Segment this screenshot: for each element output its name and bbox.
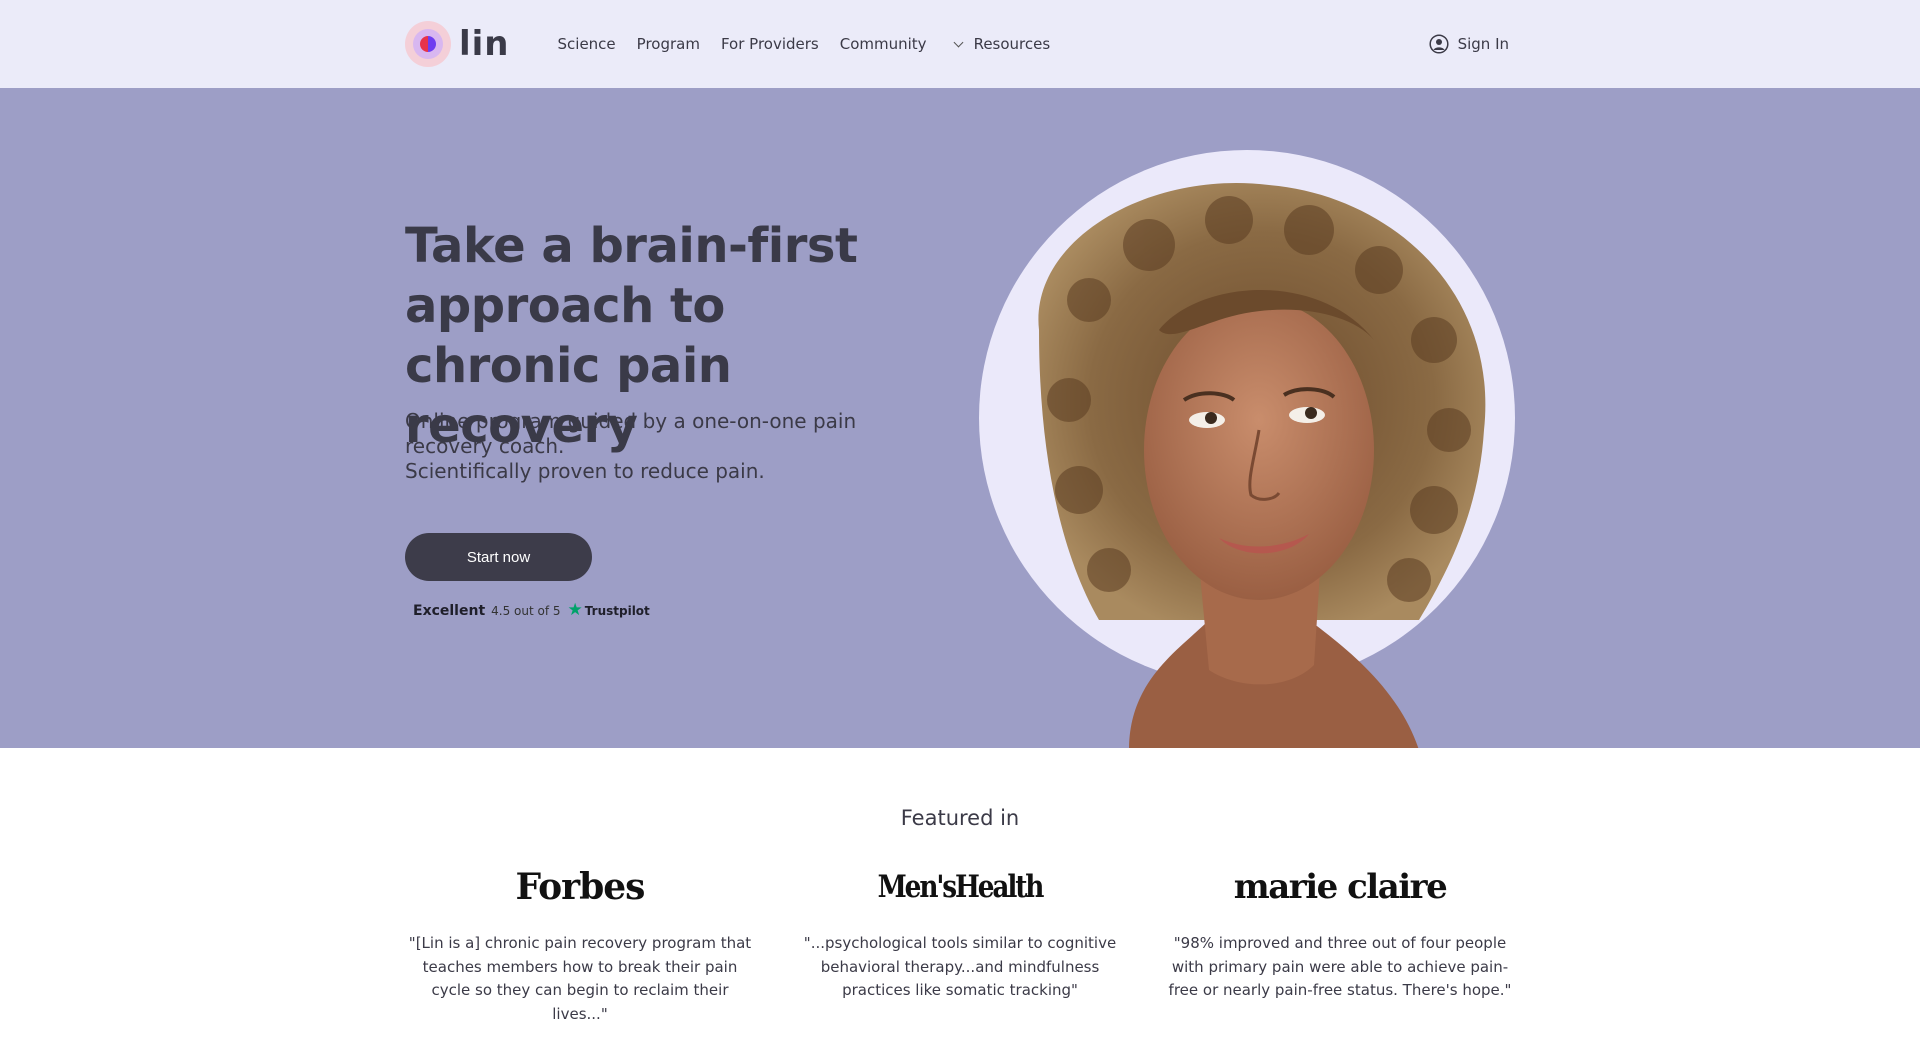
trustpilot-widget[interactable]: Excellent 4.5 out of 5 ★ Trustpilot [413,602,650,619]
hero-subtitle-line-2: Scientifically proven to reduce pain. [405,459,765,483]
hero-subtitle-line-1: Online program guided by a one-on-one pa… [405,409,857,458]
mens-health-logo: Men'sHealth [877,869,1045,905]
forbes-logo: Forbes [515,866,646,908]
chevron-down-icon [953,37,964,47]
lin-logo[interactable]: lin [405,0,510,88]
trustpilot-brand: Trustpilot [584,603,650,618]
hero-subtitle: Online program guided by a one-on-one pa… [405,409,875,484]
nav-program[interactable]: Program [637,35,700,53]
hero-portrait-image [979,150,1515,748]
publication-marie-claire: marie claire "98% improved and three out… [1165,864,1515,1003]
user-circle-icon [1429,34,1449,54]
trustpilot-rating-word: Excellent [413,602,486,619]
hero-section: Take a brain-first approach to chronic p… [0,88,1920,748]
sign-in-label: Sign In [1457,35,1509,53]
lin-logo-icon [405,21,451,67]
marie-claire-quote: "98% improved and three out of four peop… [1168,934,1512,999]
start-now-button[interactable]: Start now [405,533,592,581]
nav-resources-label: Resources [973,35,1051,53]
sign-in-link[interactable]: Sign In [1429,0,1509,88]
trustpilot-score: 4.5 out of 5 [491,603,561,618]
forbes-quote: "[Lin is a] chronic pain recovery progra… [408,934,752,1023]
publication-mens-health: Men'sHealth "...psychological tools simi… [785,864,1135,1003]
top-navigation: lin Science Program For Providers Commun… [0,0,1920,88]
logo-wordmark: lin [459,24,510,64]
nav-resources-dropdown[interactable]: Resources [953,35,1051,53]
star-icon: ★ [567,600,583,620]
main-menu: Science Program For Providers Community … [558,35,1072,53]
nav-container: lin Science Program For Providers Commun… [405,0,1509,88]
marie-claire-logo: marie claire [1233,867,1448,907]
mens-health-quote: "...psychological tools similar to cogni… [803,934,1117,999]
publication-forbes: Forbes "[Lin is a] chronic pain recovery… [405,864,755,1026]
featured-title: Featured in [900,806,1020,830]
featured-in-section: Featured in Forbes "[Lin is a] chronic p… [0,748,1920,1056]
nav-science[interactable]: Science [558,35,616,53]
nav-community[interactable]: Community [840,35,927,53]
nav-for-providers[interactable]: For Providers [721,35,819,53]
